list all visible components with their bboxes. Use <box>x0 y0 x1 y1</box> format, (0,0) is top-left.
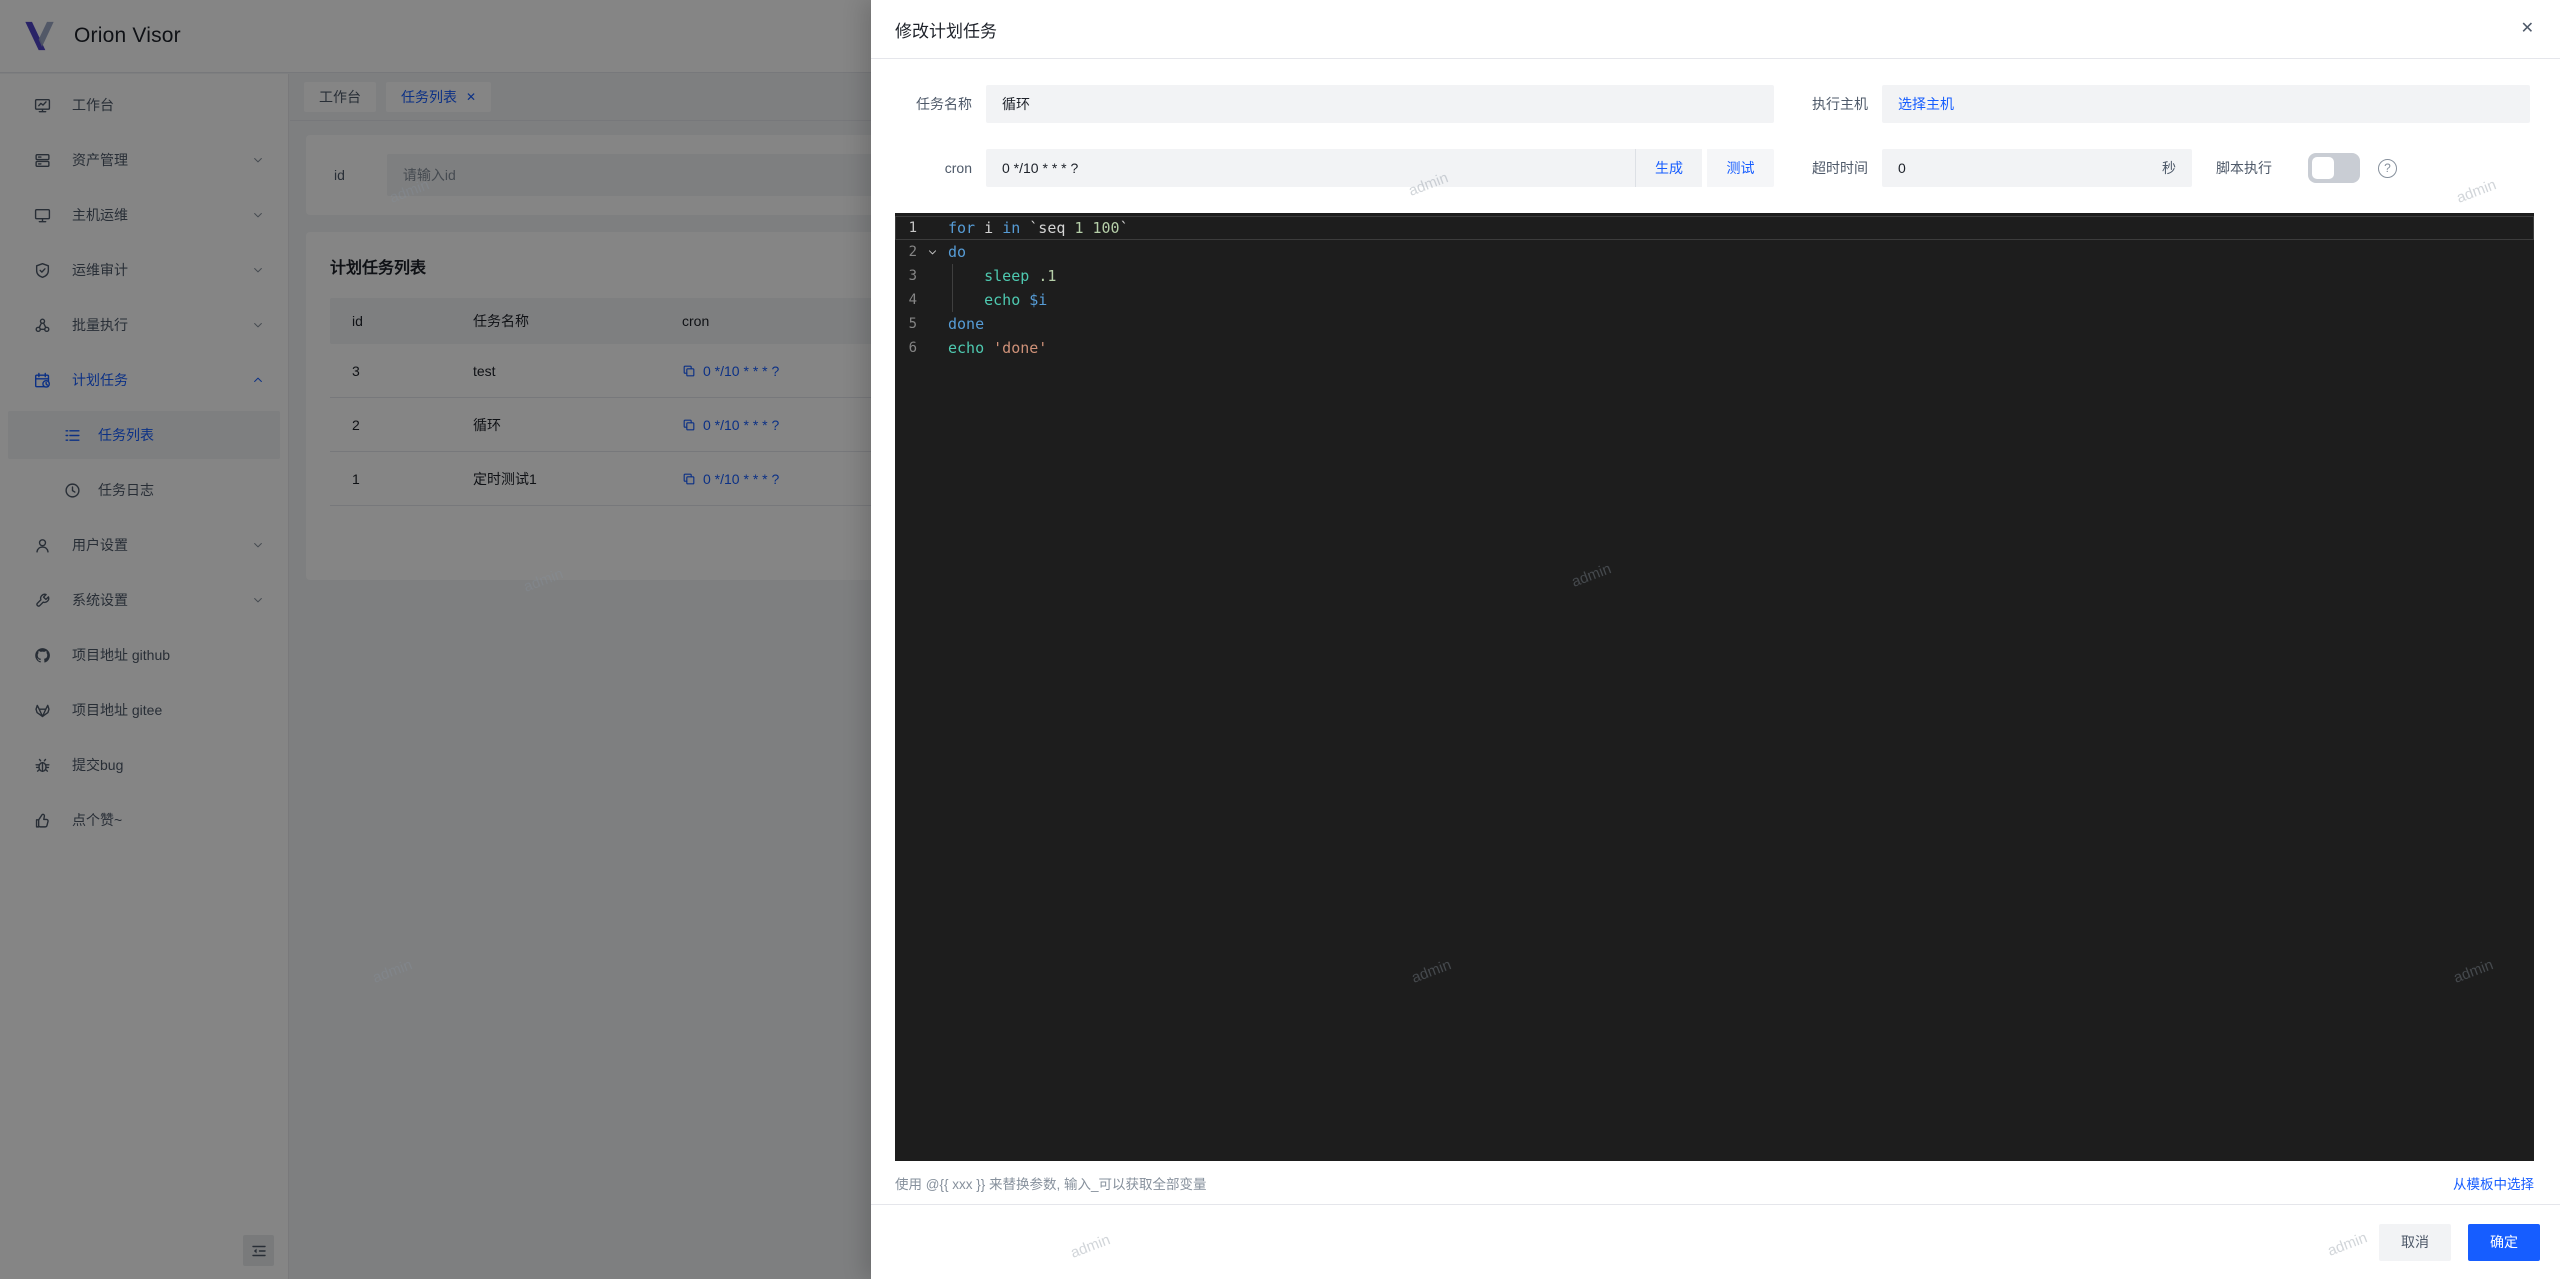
indent-guide <box>952 264 953 288</box>
code-text: echo $i <box>984 291 1048 309</box>
line-number: 2 <box>908 244 917 260</box>
editor-line-5: 5 done <box>895 312 2534 336</box>
line-number: 6 <box>908 340 917 356</box>
app-root: Orion Visor 工作台 资产管理 主机运维 运维审计 批量执行 计划任务 任务列表任… <box>0 0 2560 1279</box>
fold-gutter <box>917 312 948 336</box>
help-icon[interactable]: ? <box>2378 158 2397 178</box>
select-from-template-link[interactable]: 从模板中选择 <box>2453 1173 2534 1193</box>
line-number: 3 <box>908 268 917 284</box>
cancel-button[interactable]: 取消 <box>2379 1223 2451 1261</box>
select-host-link[interactable]: 选择主机 <box>1898 94 1954 114</box>
switch-knob <box>2312 157 2334 179</box>
line-number: 5 <box>908 316 917 332</box>
cron-generate-button[interactable]: 生成 <box>1635 149 1702 187</box>
cron-input[interactable] <box>1002 160 1619 176</box>
cron-field <box>986 149 1635 187</box>
confirm-button[interactable]: 确定 <box>2468 1223 2540 1261</box>
editor-line-2: 2 do <box>895 240 2534 264</box>
task-name-label: 任务名称 <box>916 96 972 112</box>
exec-host-field[interactable]: 选择主机 <box>1882 85 2530 123</box>
script-code-editor[interactable]: 1 for i in `seq 1 100` 2 do 3 sleep .1 4 echo… <box>895 213 2534 1161</box>
timeout-field: 秒 <box>1882 149 2192 187</box>
line-number: 1 <box>908 220 917 236</box>
fold-gutter <box>917 264 948 288</box>
line-number: 4 <box>908 292 917 308</box>
editor-line-3: 3 sleep .1 <box>895 264 2534 288</box>
code-text: do <box>948 243 967 261</box>
editor-line-6: 6 echo 'done' <box>895 336 2534 360</box>
fold-gutter <box>917 216 948 240</box>
script-exec-switch[interactable] <box>2308 153 2360 183</box>
indent-guide <box>952 288 953 312</box>
editor-hint-bar: 使用 @{{ xxx }} 来替换参数, 输入_可以获取全部变量 从模板中选择 <box>895 1161 2534 1204</box>
fold-gutter <box>917 336 948 360</box>
modal-title: 修改计划任务 <box>895 21 997 41</box>
cron-label: cron <box>944 160 972 176</box>
timeout-unit-label: 秒 <box>2162 160 2176 176</box>
modal-body: 任务名称 执行主机 选择主机 cron 生成 测试 超时时间 <box>871 59 2560 1204</box>
fold-gutter <box>917 288 948 312</box>
code-text: sleep .1 <box>984 267 1057 285</box>
code-text: for i in `seq 1 100` <box>948 219 1129 237</box>
timeout-input[interactable] <box>1898 160 1958 176</box>
fold-icon[interactable] <box>917 240 948 264</box>
task-name-field <box>986 85 1774 123</box>
cron-test-button[interactable]: 测试 <box>1707 149 1774 187</box>
code-text: done <box>948 315 985 333</box>
close-icon[interactable]: ✕ <box>2521 21 2534 37</box>
editor-line-4: 4 echo $i <box>895 288 2534 312</box>
form-row-2: cron 生成 测试 超时时间 秒 脚本执行 ? <box>895 149 2534 187</box>
timeout-label: 超时时间 <box>1812 160 1868 176</box>
modal-header: 修改计划任务 ✕ <box>871 0 2560 59</box>
modal-footer: 取消 确定 <box>871 1204 2560 1279</box>
editor-line-1: 1 for i in `seq 1 100` <box>895 216 2534 240</box>
parameter-hint-text: 使用 @{{ xxx }} 来替换参数, 输入_可以获取全部变量 <box>895 1176 1207 1192</box>
exec-host-label: 执行主机 <box>1812 96 1868 112</box>
form-row-1: 任务名称 执行主机 选择主机 <box>895 85 2534 123</box>
script-exec-label: 脚本执行 <box>2216 160 2272 176</box>
task-name-input[interactable] <box>1002 96 1758 112</box>
code-text: echo 'done' <box>948 339 1048 357</box>
cron-input-group: 生成 测试 <box>986 149 1774 187</box>
edit-task-modal: 修改计划任务 ✕ 任务名称 执行主机 选择主机 cron <box>871 0 2560 1279</box>
